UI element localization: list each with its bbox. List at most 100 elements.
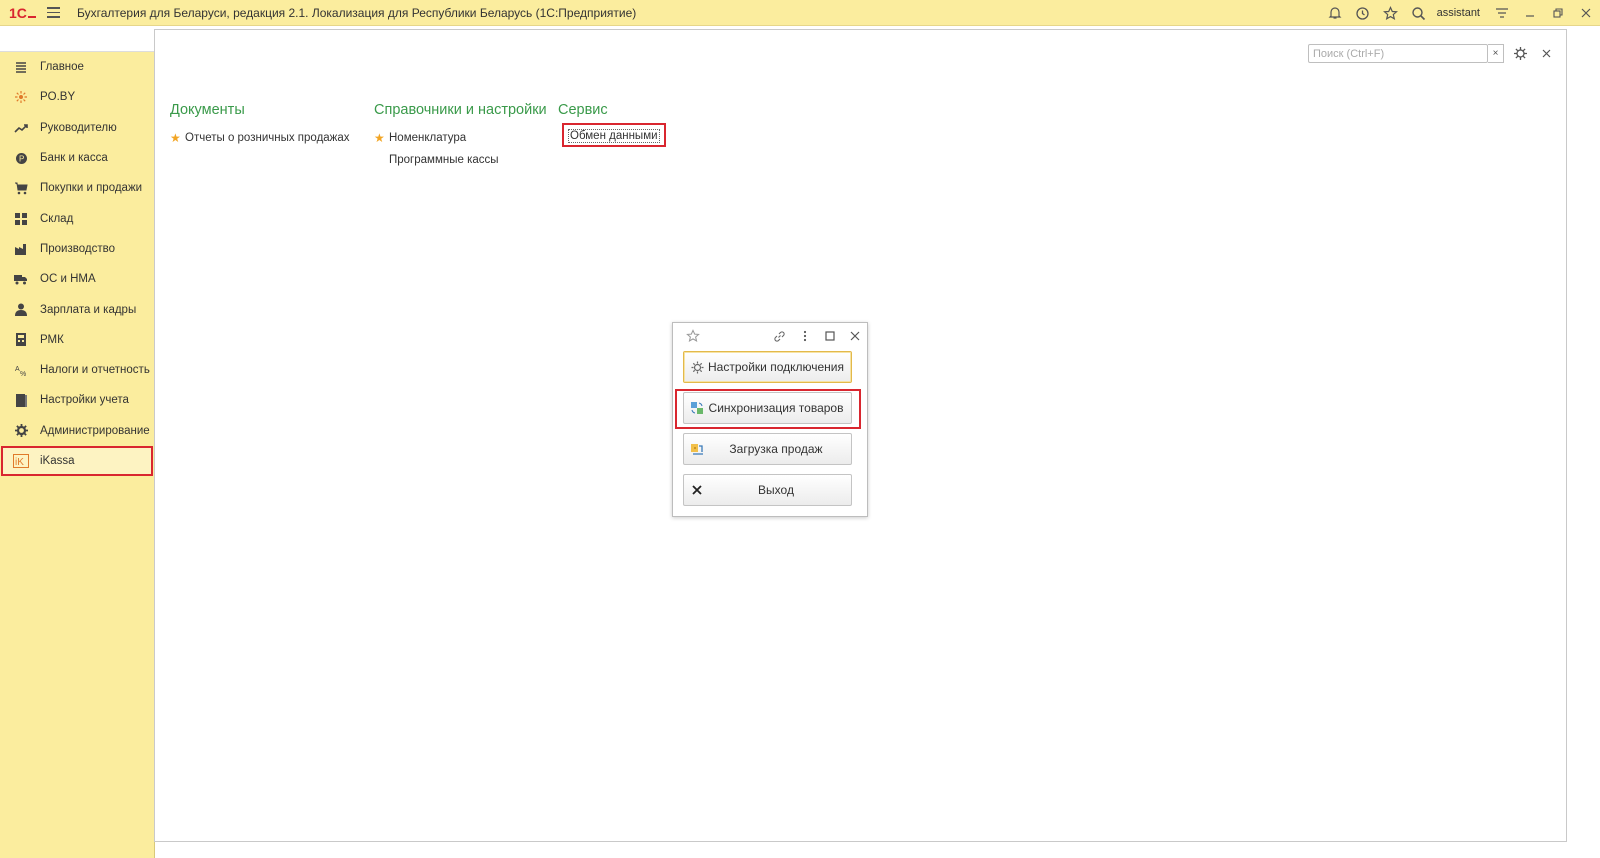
sidebar-item-poby[interactable]: PO.BY (0, 82, 154, 112)
sidebar-item-bank[interactable]: P Банк и касса (0, 143, 154, 173)
gear-icon (13, 423, 29, 439)
tax-icon: A% (13, 362, 29, 378)
sidebar-item-label: Производство (40, 242, 115, 255)
button-label: Выход (758, 483, 794, 497)
close-icon[interactable] (847, 328, 863, 344)
sidebar-item-label: Администрирование (40, 424, 150, 437)
ikassa-icon: iK (13, 453, 29, 469)
connection-settings-button[interactable]: Настройки подключения (683, 351, 852, 383)
ikassa-dialog: Настройки подключения Синхронизация това… (672, 322, 868, 517)
list-icon (13, 59, 29, 75)
upload-icon (689, 441, 705, 457)
link-label[interactable]: Отчеты о розничных продажах (185, 132, 350, 144)
sidebar: Главное PO.BY Руководителю P Банк и касс… (0, 52, 155, 858)
sidebar-item-label: Покупки и продажи (40, 182, 143, 195)
star-icon[interactable]: ★ (374, 131, 389, 145)
link-label[interactable]: Обмен данными (568, 129, 660, 143)
person-icon (13, 302, 29, 318)
close-icon[interactable] (1572, 0, 1600, 26)
close-icon (689, 482, 705, 498)
link-data-exchange[interactable]: Обмен данными (562, 123, 666, 147)
minimize-icon[interactable] (1516, 0, 1544, 26)
register-icon (13, 332, 29, 348)
gear-icon (689, 359, 705, 375)
grid-icon (13, 211, 29, 227)
button-label: Синхронизация товаров (708, 401, 844, 415)
dialog-header (673, 323, 867, 347)
sidebar-item-production[interactable]: Производство (0, 234, 154, 264)
link-icon[interactable] (771, 328, 787, 344)
star-icon[interactable] (1377, 0, 1405, 26)
sidebar-item-ikassa[interactable]: iK iKassa (1, 445, 153, 477)
bell-icon[interactable] (1321, 0, 1349, 26)
link-nomenclature[interactable]: ★ Номенклатура (374, 127, 547, 149)
sidebar-item-label: iKassa (40, 455, 75, 467)
main-menu-button[interactable] (47, 5, 63, 21)
cart-icon (13, 180, 29, 196)
sidebar-item-warehouse[interactable]: Склад (0, 203, 154, 233)
sidebar-item-label: Руководителю (40, 121, 117, 134)
sidebar-item-director[interactable]: Руководителю (0, 113, 154, 143)
sidebar-item-label: РМК (40, 333, 64, 346)
sidebar-item-label: Зарплата и кадры (40, 303, 137, 316)
svg-text:%: % (20, 371, 26, 377)
sidebar-item-label: Налоги и отчетность (40, 364, 150, 377)
user-name[interactable]: assistant (1437, 7, 1480, 19)
maximize-icon[interactable] (822, 328, 838, 344)
star-icon[interactable] (685, 328, 701, 344)
close-icon[interactable] (1537, 43, 1555, 63)
svg-text:1С: 1С (9, 6, 27, 20)
section-title: Справочники и настройки (374, 102, 547, 118)
settings-menu-icon[interactable] (1488, 0, 1516, 26)
sidebar-item-purchases[interactable]: Покупки и продажи (0, 173, 154, 203)
sidebar-item-label: Склад (40, 212, 74, 225)
section-title: Сервис (558, 102, 608, 118)
truck-icon (13, 271, 29, 287)
search-input[interactable]: Поиск (Ctrl+F) (1308, 44, 1488, 63)
app-title: Бухгалтерия для Беларуси, редакция 2.1. … (77, 5, 637, 20)
trend-icon (13, 120, 29, 136)
load-sales-button[interactable]: Загрузка продаж (683, 433, 852, 465)
svg-text:P: P (19, 154, 24, 163)
link-label[interactable]: Программные кассы (389, 154, 499, 166)
sidebar-item-label: Главное (40, 61, 84, 74)
sync-goods-button[interactable]: Синхронизация товаров (683, 392, 852, 424)
sidebar-item-label: ОС и НМА (40, 273, 96, 286)
sidebar-item-assets[interactable]: ОС и НМА (0, 264, 154, 294)
svg-text:iK: iK (15, 457, 24, 468)
gear-icon[interactable] (1510, 43, 1530, 63)
sidebar-item-accounting-settings[interactable]: Настройки учета (0, 385, 154, 415)
history-icon[interactable] (1349, 0, 1377, 26)
sidebar-item-administration[interactable]: Администрирование (0, 416, 154, 446)
link-retail-reports[interactable]: ★ Отчеты о розничных продажах (170, 127, 350, 149)
sidebar-item-salary[interactable]: Зарплата и кадры (0, 294, 154, 324)
sidebar-item-label: Настройки учета (40, 394, 129, 407)
section-service: Сервис Обмен данными (558, 102, 666, 147)
star-icon[interactable]: ★ (170, 131, 185, 145)
section-documents: Документы ★ Отчеты о розничных продажах (170, 102, 350, 149)
more-icon[interactable] (797, 328, 813, 344)
factory-icon (13, 241, 29, 257)
1c-logo-icon: 1С (9, 5, 37, 21)
sidebar-item-label: Банк и касса (40, 152, 108, 165)
sidebar-item-taxes[interactable]: A% Налоги и отчетность (0, 355, 154, 385)
sidebar-item-main[interactable]: Главное (0, 52, 154, 82)
sync-icon (689, 400, 705, 416)
title-bar: 1С Бухгалтерия для Беларуси, редакция 2.… (0, 0, 1600, 26)
exit-button[interactable]: Выход (683, 474, 852, 506)
search-clear-icon[interactable]: × (1488, 44, 1504, 63)
section-title: Документы (170, 102, 245, 118)
sun-icon (13, 89, 29, 105)
sidebar-item-label: PO.BY (40, 91, 76, 104)
sidebar-item-rmk[interactable]: РМК (0, 325, 154, 355)
button-label: Настройки подключения (708, 360, 844, 374)
link-software-cashboxes[interactable]: Программные кассы (374, 149, 547, 171)
sidebar-header (0, 26, 154, 52)
coin-icon: P (13, 150, 29, 166)
button-label: Загрузка продаж (729, 442, 823, 456)
restore-icon[interactable] (1544, 0, 1572, 26)
search-icon[interactable] (1405, 0, 1433, 26)
book-icon (13, 392, 29, 408)
section-catalogs-settings: Справочники и настройки ★ Номенклатура П… (374, 102, 547, 171)
link-label[interactable]: Номенклатура (389, 132, 466, 144)
